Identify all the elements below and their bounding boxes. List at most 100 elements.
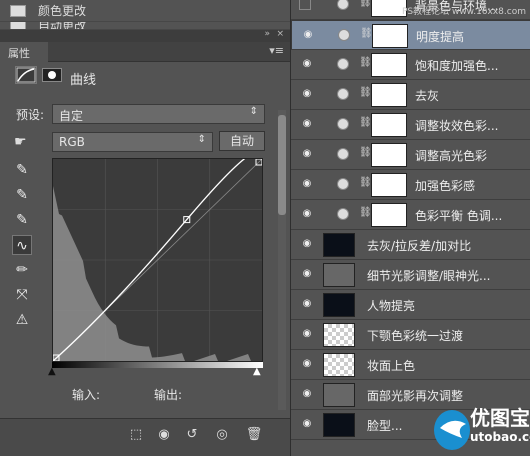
adjustment-layer-icon (337, 0, 349, 10)
layer-row[interactable]: ◉ ⛓ 调整妆效色彩... (291, 110, 530, 140)
layer-thumbnail[interactable] (323, 293, 355, 317)
link-icon[interactable]: ⛓ (359, 57, 372, 71)
visibility-eye-icon[interactable]: ◉ (299, 358, 315, 370)
visibility-eye-icon[interactable]: ◉ (299, 88, 315, 100)
layer-mask-thumbnail[interactable] (371, 113, 407, 137)
layer-thumbnail[interactable] (323, 233, 355, 257)
visibility-eye-icon[interactable]: ◎ (212, 427, 232, 447)
layer-mask-thumbnail[interactable] (372, 24, 408, 48)
visibility-eye-icon[interactable]: ◉ (299, 328, 315, 340)
layer-name[interactable]: 加强色彩感 (415, 177, 527, 194)
layer-name[interactable]: 明度提高 (416, 28, 528, 45)
view-previous-icon[interactable]: ◉ (154, 427, 174, 447)
channel-value: RGB (59, 135, 85, 149)
history-item-label: 自动更改 (38, 22, 87, 30)
snapshot-icon (10, 4, 26, 17)
layer-row[interactable]: ◉ 人物提亮 (291, 290, 530, 320)
layer-name[interactable]: 色彩平衡 色调... (415, 207, 527, 224)
mask-icon[interactable] (42, 68, 62, 82)
channel-select[interactable]: RGB ⇕ (52, 132, 213, 152)
visibility-eye-icon[interactable]: ◉ (299, 268, 315, 280)
layer-mask-thumbnail[interactable] (371, 203, 407, 227)
layer-row[interactable]: ◉ 去灰/拉反差/加对比 (291, 230, 530, 260)
layer-mask-thumbnail[interactable] (371, 53, 407, 77)
link-icon[interactable]: ⛓ (359, 177, 372, 191)
history-item-label: 颜色更改 (38, 4, 87, 18)
adjustment-layer-icon (337, 208, 349, 220)
visibility-eye-icon[interactable]: ◉ (299, 58, 315, 70)
panel-collapse-bar[interactable]: » × (0, 29, 290, 42)
layer-row[interactable]: ◉ ⛓ 加强色彩感 (291, 170, 530, 200)
layer-name[interactable]: 下颚色彩统一过渡 (367, 327, 527, 344)
layer-row[interactable]: ◉ ⛓ 调整高光色彩 (291, 140, 530, 170)
layer-name[interactable]: 细节光影调整/眼神光... (367, 267, 527, 284)
adjustment-layer-icon (337, 58, 349, 70)
layer-mask-thumbnail[interactable] (371, 143, 407, 167)
layer-row[interactable]: ◉ ⛓ 明度提高 (291, 20, 530, 50)
layer-row[interactable]: ◉ ⛓ 饱和度加强色... (291, 50, 530, 80)
clip-to-layer-icon[interactable]: ⬚ (126, 427, 146, 447)
layer-mask-thumbnail[interactable] (371, 173, 407, 197)
visibility-eye-icon[interactable]: ◉ (299, 418, 315, 430)
layer-name[interactable]: 调整高光色彩 (415, 147, 527, 164)
trash-icon[interactable]: 🗑 (244, 427, 264, 447)
layer-name[interactable]: 人物提亮 (367, 297, 527, 314)
curve-canvas[interactable] (52, 150, 263, 362)
layer-row[interactable]: ◉ 妆面上色 (291, 350, 530, 380)
history-item[interactable]: 颜色更改 (0, 0, 290, 22)
white-slider[interactable]: ▲ (253, 366, 261, 377)
auto-button[interactable]: 自动 (219, 131, 265, 151)
link-icon[interactable]: ⛓ (359, 207, 372, 221)
pencil-icon[interactable]: ✏ (12, 260, 32, 280)
layer-thumbnail[interactable] (323, 323, 355, 347)
layer-thumbnail[interactable] (323, 353, 355, 377)
scrollbar-thumb[interactable] (278, 115, 286, 215)
link-icon[interactable]: ⛓ (359, 147, 372, 161)
link-icon[interactable]: ⛓ (359, 87, 372, 101)
layer-row[interactable]: ◉ ⛓ 色彩平衡 色调... (291, 200, 530, 230)
reset-icon[interactable]: ↺ (182, 427, 202, 447)
layer-row[interactable]: ◉ 细节光影调整/眼神光... (291, 260, 530, 290)
target-adjust-hand-icon[interactable]: ☛ (14, 134, 27, 150)
visibility-eye-icon[interactable]: ◉ (299, 298, 315, 310)
visibility-eye-icon[interactable]: ◉ (299, 238, 315, 250)
layer-thumbnail[interactable] (323, 413, 355, 437)
visibility-eye-icon[interactable]: ◉ (299, 388, 315, 400)
tab-properties[interactable]: 属性 (0, 42, 48, 62)
curves-adjustment-icon[interactable] (15, 66, 37, 84)
black-slider[interactable]: ▲ (48, 366, 56, 377)
layer-row[interactable]: ◉ ⛓ 去灰 (291, 80, 530, 110)
visibility-eye-icon[interactable] (299, 0, 311, 10)
visibility-eye-icon[interactable]: ◉ (299, 118, 315, 130)
layer-thumbnail[interactable] (323, 263, 355, 287)
layer-name[interactable]: 去灰 (415, 87, 527, 104)
collapse-icon[interactable]: » (264, 29, 270, 39)
close-icon[interactable]: × (276, 29, 284, 39)
layer-name[interactable]: 调整妆效色彩... (415, 117, 527, 134)
layer-name[interactable]: 饱和度加强色... (415, 57, 527, 74)
clipping-warning-icon[interactable]: ⚠ (12, 310, 32, 330)
visibility-eye-icon[interactable]: ◉ (299, 208, 315, 220)
layer-mask-thumbnail[interactable] (371, 83, 407, 107)
gray-point-eyedropper-icon[interactable]: ✎ (12, 185, 32, 205)
black-point-eyedropper-icon[interactable]: ✎ (12, 160, 32, 180)
visibility-eye-icon[interactable]: ◉ (299, 148, 315, 160)
curve-graph[interactable] (52, 150, 263, 362)
smooth-icon[interactable]: ⤧ (12, 285, 32, 305)
curve-edit-icon[interactable]: ∿ (12, 235, 32, 255)
chevron-updown-icon: ⇕ (249, 106, 258, 117)
layer-name[interactable]: 妆面上色 (367, 357, 527, 374)
layer-row[interactable]: ◉ 下颚色彩统一过渡 (291, 320, 530, 350)
layer-thumbnail[interactable] (323, 383, 355, 407)
history-item[interactable]: 自动更改 (0, 22, 290, 30)
visibility-eye-icon[interactable]: ◉ (299, 178, 315, 190)
link-icon[interactable]: ⛓ (360, 28, 373, 42)
preset-select[interactable]: 自定 ⇕ (52, 104, 265, 124)
visibility-eye-icon[interactable]: ◉ (300, 29, 316, 41)
link-icon[interactable]: ⛓ (359, 117, 372, 131)
properties-footer: ⬚ ◉ ↺ ◎ 🗑 (0, 418, 290, 456)
white-point-eyedropper-icon[interactable]: ✎ (12, 210, 32, 230)
link-icon[interactable]: ⛓ (359, 0, 372, 11)
layer-name[interactable]: 去灰/拉反差/加对比 (367, 237, 527, 254)
panel-menu-icon[interactable]: ▾≡ (269, 44, 284, 57)
